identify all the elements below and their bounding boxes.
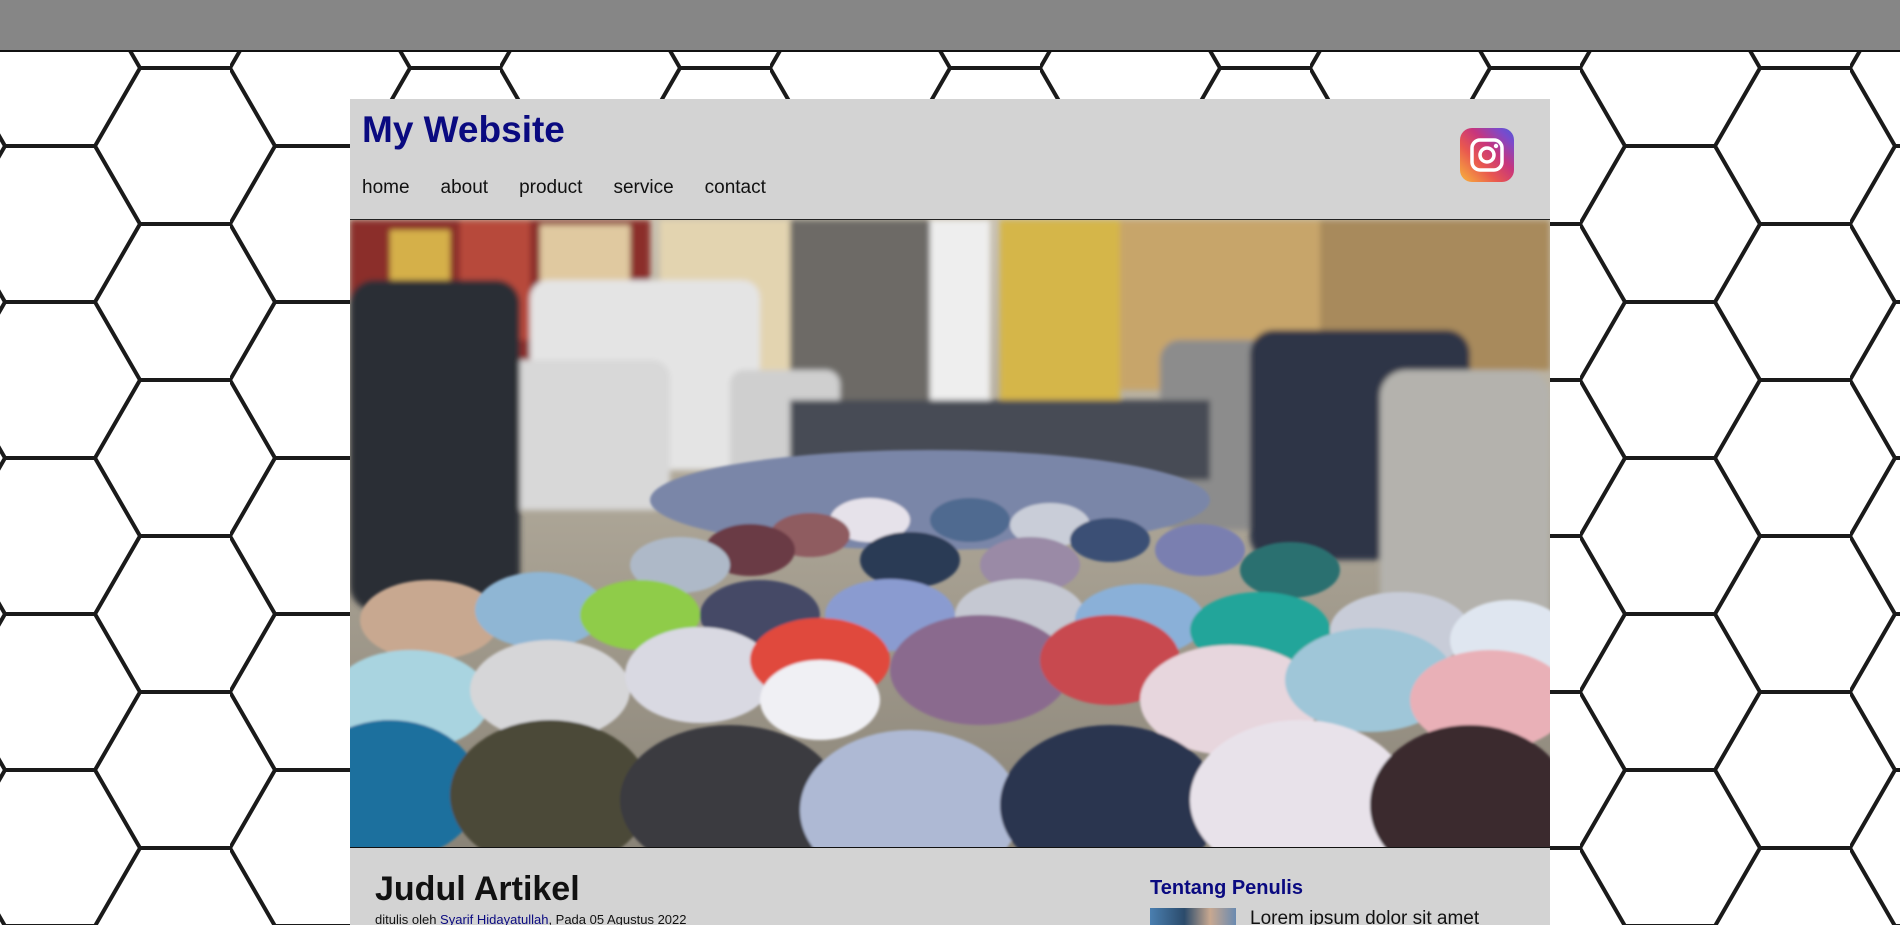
meta-suffix: , Pada 05 Agustus 2022 bbox=[548, 912, 687, 925]
article-title: Judul Artikel bbox=[375, 870, 580, 908]
instagram-glyph bbox=[1470, 138, 1504, 172]
nav-item-contact[interactable]: contact bbox=[705, 177, 766, 199]
page-container: My Website home about product service co… bbox=[350, 99, 1550, 925]
content-section: Judul Artikel ditulis oleh Syarif Hidaya… bbox=[350, 848, 1550, 925]
nav-item-service[interactable]: service bbox=[613, 177, 673, 199]
site-header: My Website home about product service co… bbox=[350, 99, 1550, 220]
site-title[interactable]: My Website bbox=[362, 109, 565, 151]
article-meta: ditulis oleh Syarif Hidayatullah, Pada 0… bbox=[375, 912, 687, 925]
meta-prefix: ditulis oleh bbox=[375, 912, 441, 925]
sidebar-title: Tentang Penulis bbox=[1150, 877, 1303, 899]
instagram-icon[interactable] bbox=[1460, 128, 1514, 182]
author-description: Lorem ipsum dolor sit amet bbox=[1250, 908, 1480, 925]
nav-item-product[interactable]: product bbox=[519, 177, 582, 199]
top-bar bbox=[0, 0, 1900, 52]
main-nav: home about product service contact bbox=[362, 177, 797, 199]
hero-image bbox=[350, 220, 1550, 848]
nav-item-about[interactable]: about bbox=[441, 177, 489, 199]
author-link[interactable]: Syarif Hidayatullah bbox=[440, 912, 548, 925]
author-avatar bbox=[1150, 908, 1236, 925]
nav-item-home[interactable]: home bbox=[362, 177, 410, 199]
hero-photo bbox=[350, 220, 1550, 847]
